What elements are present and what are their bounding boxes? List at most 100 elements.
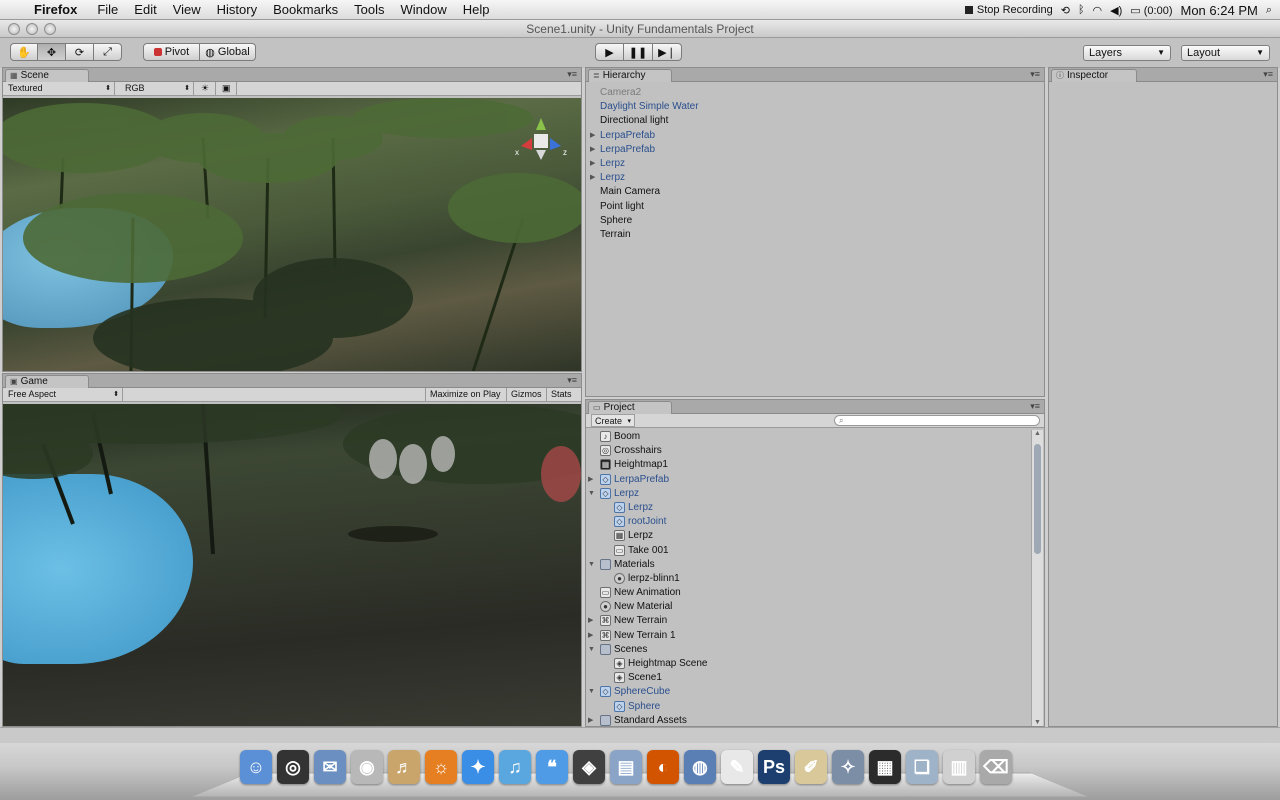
pause-button[interactable]: ❚❚ — [624, 43, 653, 61]
hierarchy-item[interactable]: Sphere — [586, 214, 1044, 228]
project-search-input[interactable]: ⌕ — [834, 415, 1040, 426]
project-item[interactable]: ▭ New Animation — [586, 586, 1030, 600]
menu-edit[interactable]: Edit — [126, 2, 164, 17]
volume-icon[interactable]: ◀) — [1110, 4, 1122, 17]
dashboard-icon[interactable]: ◎ — [277, 750, 309, 784]
minimize-window-button[interactable] — [26, 23, 38, 35]
photoshop-icon[interactable]: Ps — [758, 750, 790, 784]
trash-icon[interactable]: ⌫ — [980, 750, 1012, 784]
project-item[interactable]: ▦ Lerpz — [586, 529, 1030, 543]
wifi-icon[interactable]: ◠ — [1093, 4, 1103, 17]
gizmos-toggle[interactable]: Gizmos — [506, 388, 546, 401]
hierarchy-item[interactable]: Camera2 — [586, 86, 1044, 100]
tab-game[interactable]: ▣ Game — [5, 375, 89, 388]
pivot-toggle-button[interactable]: Pivot — [143, 43, 200, 61]
expand-arrow-icon[interactable]: ▶ — [588, 714, 593, 726]
render-mode-dropdown[interactable]: Textured ⬍ — [3, 82, 115, 95]
tab-scene[interactable]: ▦ Scene — [5, 69, 89, 82]
expand-arrow-icon[interactable]: ▼ — [588, 487, 595, 501]
expand-arrow-icon[interactable]: ▼ — [588, 558, 595, 572]
project-item[interactable]: ♪ Boom — [586, 430, 1030, 444]
hierarchy-item[interactable]: ▶ Lerpz — [586, 171, 1044, 185]
expand-arrow-icon[interactable]: ▶ — [588, 614, 593, 628]
scroll-thumb[interactable] — [1034, 444, 1041, 554]
hierarchy-item[interactable]: Main Camera — [586, 185, 1044, 199]
project-item[interactable]: ◎ Crosshairs — [586, 444, 1030, 458]
expand-arrow-icon[interactable]: ▶ — [588, 629, 593, 643]
utility-icon[interactable]: ✧ — [832, 750, 864, 784]
project-item[interactable]: ▶ Standard Assets — [586, 714, 1030, 726]
stop-recording-button[interactable]: Stop Recording — [964, 4, 1053, 16]
itunes-icon[interactable]: ♫ — [499, 750, 531, 784]
ichat-icon[interactable]: ❝ — [536, 750, 568, 784]
maximize-on-play-toggle[interactable]: Maximize on Play — [425, 388, 505, 401]
expand-arrow-icon[interactable]: ▶ — [590, 143, 595, 157]
expand-arrow-icon[interactable]: ▶ — [590, 171, 595, 185]
menu-bookmarks[interactable]: Bookmarks — [265, 2, 346, 17]
project-scrollbar[interactable]: ▲ ▼ — [1031, 430, 1043, 726]
menu-tools[interactable]: Tools — [346, 2, 392, 17]
dvd-icon[interactable]: ◉ — [351, 750, 383, 784]
scene-orientation-gizmo[interactable]: x z — [515, 116, 567, 162]
expand-arrow-icon[interactable]: ▼ — [588, 685, 595, 699]
spotlight-search-icon[interactable]: ⌕ — [1266, 4, 1272, 17]
hierarchy-item[interactable]: ▶ LerpaPrefab — [586, 143, 1044, 157]
layers-dropdown[interactable]: Layers ▼ — [1083, 45, 1171, 61]
scroll-up-arrow-icon[interactable]: ▲ — [1034, 430, 1041, 437]
panel-menu-icon[interactable]: ▾≡ — [567, 375, 577, 386]
safari-icon[interactable]: ✦ — [462, 750, 494, 784]
project-item[interactable]: ◈ Scene1 — [586, 671, 1030, 685]
menu-history[interactable]: History — [209, 2, 265, 17]
project-item[interactable]: ◇ Lerpz — [586, 501, 1030, 515]
hand-tool-button[interactable]: ✋ — [10, 43, 38, 61]
create-dropdown[interactable]: Create ▾ — [591, 414, 636, 427]
menu-window[interactable]: Window — [393, 2, 455, 17]
garageband-icon[interactable]: ♬ — [388, 750, 420, 784]
stats-toggle[interactable]: Stats — [546, 388, 576, 401]
panel-menu-icon[interactable]: ▾≡ — [1030, 69, 1040, 80]
tab-hierarchy[interactable]: ≣ Hierarchy — [588, 69, 672, 82]
mail-icon[interactable]: ✉ — [314, 750, 346, 784]
aspect-dropdown[interactable]: Free Aspect ⬍ — [3, 388, 123, 401]
clock[interactable]: Mon 6:24 PM — [1181, 3, 1258, 18]
expand-arrow-icon[interactable]: ▶ — [590, 157, 595, 171]
expand-arrow-icon[interactable]: ▼ — [588, 643, 595, 657]
bluetooth-icon[interactable]: ᛒ — [1078, 4, 1085, 16]
battery-status[interactable]: ▭ (0:00) — [1130, 4, 1172, 17]
hierarchy-item[interactable]: Directional light — [586, 114, 1044, 128]
project-item[interactable]: ▼ ◇ SphereCube — [586, 685, 1030, 699]
project-item[interactable]: ▼ Scenes — [586, 643, 1030, 657]
scene-lighting-toggle[interactable]: ☀ — [196, 82, 216, 95]
move-tool-button[interactable]: ✥ — [38, 43, 66, 61]
zoom-window-button[interactable] — [44, 23, 56, 35]
clapper-icon[interactable]: ▦ — [869, 750, 901, 784]
unity-icon[interactable]: ◈ — [573, 750, 605, 784]
scene-overlay-toggle[interactable]: ▣ — [217, 82, 237, 95]
tab-inspector[interactable]: ⓘ Inspector — [1051, 69, 1137, 82]
project-item[interactable]: ● New Material — [586, 600, 1030, 614]
textedit-icon[interactable]: ✎ — [721, 750, 753, 784]
firefox-icon[interactable]: ☼ — [425, 750, 457, 784]
expand-arrow-icon[interactable]: ▶ — [590, 129, 595, 143]
project-item[interactable]: ▭ Take 001 — [586, 544, 1030, 558]
project-item[interactable]: ▶ ⌘ New Terrain — [586, 614, 1030, 628]
time-machine-icon[interactable]: ⟲ — [1061, 4, 1070, 17]
project-item[interactable]: ▶ ◇ LerpaPrefab — [586, 473, 1030, 487]
hierarchy-item[interactable]: Point light — [586, 200, 1044, 214]
network-icon[interactable]: ◍ — [684, 750, 716, 784]
game-viewport[interactable] — [3, 404, 581, 726]
menu-file[interactable]: File — [89, 2, 126, 17]
project-item[interactable]: ● lerpz-blinn1 — [586, 572, 1030, 586]
project-item[interactable]: ▼ Materials — [586, 558, 1030, 572]
close-window-button[interactable] — [8, 23, 20, 35]
rotate-tool-button[interactable]: ⟳ — [66, 43, 94, 61]
hierarchy-item[interactable]: Terrain — [586, 228, 1044, 242]
project-item[interactable]: ▦ Heightmap1 — [586, 458, 1030, 472]
global-toggle-button[interactable]: ◍ Global — [200, 43, 256, 61]
color-mode-dropdown[interactable]: RGB ⬍ — [120, 82, 194, 95]
scale-tool-button[interactable]: ⤢ — [94, 43, 122, 61]
panel-menu-icon[interactable]: ▾≡ — [1263, 69, 1273, 80]
scroll-down-arrow-icon[interactable]: ▼ — [1034, 719, 1041, 726]
hierarchy-item[interactable]: ▶ LerpaPrefab — [586, 129, 1044, 143]
project-item[interactable]: ◇ rootJoint — [586, 515, 1030, 529]
